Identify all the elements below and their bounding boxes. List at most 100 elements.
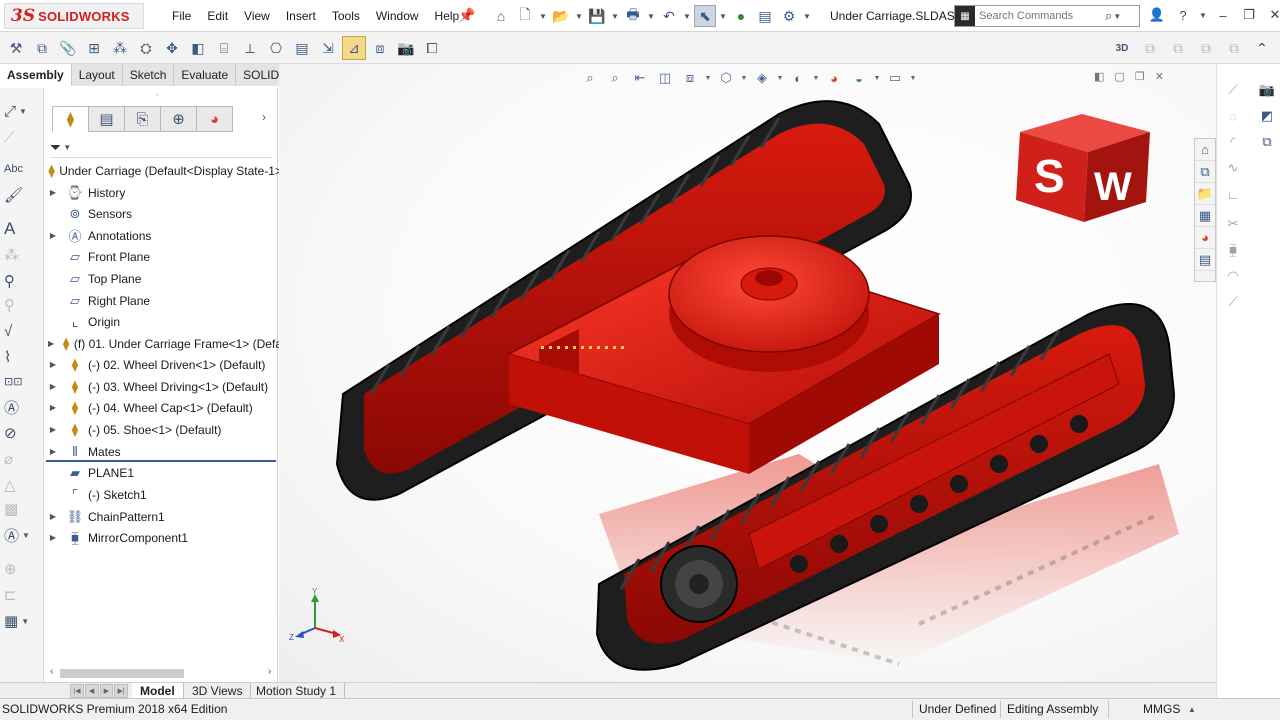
render-settings-icon[interactable]: ⧉ xyxy=(1257,132,1277,152)
restore-viewport-icon[interactable]: ❐ xyxy=(1135,70,1145,83)
move-component-icon[interactable]: ✥ xyxy=(160,36,184,60)
convert-tool-icon[interactable]: ⟋ xyxy=(1223,292,1243,312)
expand-arrow-icon[interactable]: ▶ xyxy=(48,512,58,521)
chevron-down-icon[interactable]: ▼ xyxy=(909,75,917,82)
print-icon[interactable]: 🖶 xyxy=(622,5,644,27)
scroll-right-icon[interactable]: › xyxy=(268,666,271,677)
hide-show-items-icon[interactable]: ◐ xyxy=(787,68,809,88)
trim-tool-icon[interactable]: ✂ xyxy=(1223,214,1243,234)
expand-viewport-icon[interactable]: ▢ xyxy=(1114,70,1124,83)
exploded-view-icon[interactable]: ⇲ xyxy=(316,36,340,60)
file-explorer-icon[interactable]: 📁 xyxy=(1195,183,1215,205)
tab-assembly[interactable]: Assembly xyxy=(0,64,72,86)
expand-arrow-icon[interactable]: ▶ xyxy=(48,425,58,434)
expand-arrow-icon[interactable]: ▶ xyxy=(48,403,58,412)
instant3d-icon[interactable]: ⊿ xyxy=(342,36,366,60)
rebuild-icon[interactable]: ● xyxy=(730,5,752,27)
tab-model[interactable]: Model xyxy=(132,683,184,699)
open-folder-icon[interactable]: 📂 xyxy=(550,5,572,27)
close-viewport-icon[interactable]: ✕ xyxy=(1155,70,1164,83)
undo-icon[interactable]: ↶ xyxy=(658,5,680,27)
tree-item-chain-pattern1[interactable]: ▶ ⛓ ChainPattern1 xyxy=(48,506,282,527)
tree-item-shoe[interactable]: ▶ ⧫ (-) 05. Shoe<1> (Default) xyxy=(48,419,282,440)
appearances-icon[interactable]: ◕ xyxy=(1195,227,1215,249)
section-view-icon[interactable]: ◫ xyxy=(654,68,676,88)
chevron-down-icon[interactable]: ▼ xyxy=(22,531,30,540)
tree-item-history[interactable]: ▶ ⌚ History xyxy=(48,182,282,203)
save-icon[interactable]: 💾 xyxy=(586,5,608,27)
display-style-icon[interactable]: ◈ xyxy=(751,68,773,88)
tree-item-under-carriage-frame[interactable]: ▶ ⧫ (f) 01. Under Carriage Frame<1> (Def… xyxy=(48,333,282,354)
view-palette-icon[interactable]: ▦ xyxy=(1195,205,1215,227)
tab-sketch[interactable]: Sketch xyxy=(122,64,175,86)
show-hidden-icon[interactable]: ◧ xyxy=(186,36,210,60)
centerline-icon[interactable]: ⊏ xyxy=(4,584,40,606)
datum-feature-icon[interactable]: Ⓐ xyxy=(4,396,40,418)
chevron-down-icon[interactable]: ▼ xyxy=(873,75,881,82)
magnetic-line-icon[interactable]: ⚲ xyxy=(4,294,40,316)
search-commands-box[interactable]: ▦ ⌕ ▼ xyxy=(954,5,1140,27)
menu-view[interactable]: View xyxy=(236,9,278,23)
tab-motion-study-1[interactable]: Motion Study 1 xyxy=(248,683,346,699)
home-icon[interactable]: ⌂ xyxy=(490,5,512,27)
tree-item-wheel-driven[interactable]: ▶ ⧫ (-) 02. Wheel Driven<1> (Default) xyxy=(48,354,282,375)
camera-icon[interactable]: 📷 xyxy=(1257,80,1277,100)
offset-tool-icon[interactable]: ◠ xyxy=(1223,266,1243,286)
balloon-icon[interactable]: ⁂ xyxy=(4,244,40,266)
reference-geometry-icon[interactable]: ⟂ xyxy=(238,36,262,60)
edit-appearance-icon[interactable]: ◕ xyxy=(823,68,845,88)
circle-tool-icon[interactable]: ◌ xyxy=(1223,106,1243,126)
first-tab-icon[interactable]: |◀ xyxy=(70,684,84,698)
markup-icon[interactable]: ⧉ xyxy=(1222,36,1246,60)
tree-filter[interactable]: ⏷ ▼ xyxy=(50,138,272,158)
chevron-down-icon[interactable]: ▼ xyxy=(610,5,620,27)
menu-window[interactable]: Window xyxy=(368,9,427,23)
select-pointer-icon[interactable]: ⬉ xyxy=(694,5,716,27)
restore-icon[interactable]: ❐ xyxy=(1238,4,1260,26)
file-properties-icon[interactable]: ▤ xyxy=(754,5,776,27)
rollback-bar[interactable] xyxy=(46,460,276,462)
collapse-viewport-icon[interactable]: ◧ xyxy=(1094,70,1104,83)
block-icon[interactable]: Ⓐ ▼ xyxy=(4,524,40,546)
tree-root[interactable]: ⧫ Under Carriage (Default<Display State-… xyxy=(48,160,282,181)
expand-arrow-icon[interactable]: ▶ xyxy=(48,533,58,542)
arc-tool-icon[interactable]: ◜ xyxy=(1223,132,1243,152)
chevron-down-icon[interactable]: ▼ xyxy=(21,617,29,626)
menu-edit[interactable]: Edit xyxy=(199,9,236,23)
zoom-to-fit-icon[interactable]: ⌕ xyxy=(579,68,601,88)
tree-item-mates[interactable]: ▶ ⫴ Mates xyxy=(48,441,282,462)
tree-item-annotations[interactable]: ▶ Ⓐ Annotations xyxy=(48,225,282,246)
update-speedpak-icon[interactable]: ⧈ xyxy=(368,36,392,60)
scroll-left-icon[interactable]: ‹ xyxy=(50,666,53,677)
chevron-down-icon[interactable]: ▼ xyxy=(63,143,71,152)
scrollbar-thumb[interactable] xyxy=(60,669,184,678)
3d-view-icon[interactable]: 3D xyxy=(1110,36,1134,60)
expand-arrow-icon[interactable]: ▶ xyxy=(48,188,58,197)
search-scope-icon[interactable]: ▦ xyxy=(955,6,975,26)
prev-tab-icon[interactable]: ◀ xyxy=(84,684,99,698)
new-motion-study-icon[interactable]: ⎔ xyxy=(264,36,288,60)
hole-callout-icon[interactable]: ⌀ xyxy=(4,448,40,470)
sketch-tool-icon[interactable]: ⟋ xyxy=(4,126,40,148)
edit-component-icon[interactable]: ⚒ xyxy=(4,36,28,60)
table-icon[interactable]: ▦ ▼ xyxy=(4,610,40,632)
area-hatch-icon[interactable]: ▩ xyxy=(4,498,40,520)
tree-item-mirror-component1[interactable]: ▶ ⧯ MirrorComponent1 xyxy=(48,527,282,548)
geometric-tolerance-icon[interactable]: ⊡⊡ xyxy=(4,370,40,392)
view-orientation-icon[interactable]: ⬡ xyxy=(715,68,737,88)
render-icon[interactable]: ⧉ xyxy=(1138,36,1162,60)
format-painter-icon[interactable]: 🖌 xyxy=(4,184,40,206)
chevron-down-icon[interactable]: ▼ xyxy=(19,107,27,116)
dynamic-annotation-icon[interactable]: ⧈ xyxy=(679,68,701,88)
chevron-down-icon[interactable]: ▼ xyxy=(812,75,820,82)
help-icon[interactable]: ? xyxy=(1172,4,1194,26)
bill-of-materials-icon[interactable]: ▤ xyxy=(290,36,314,60)
chevron-down-icon[interactable]: ▼ xyxy=(646,5,656,27)
search-icon[interactable]: ⌕ xyxy=(1105,8,1112,24)
center-mark-icon[interactable]: ⊕ xyxy=(4,558,40,580)
dimension-tool-icon[interactable]: ∟ xyxy=(1223,184,1243,204)
tree-item-sketch1[interactable]: ⌜ (-) Sketch1 xyxy=(48,484,282,505)
expand-arrow-icon[interactable]: ▶ xyxy=(48,231,58,240)
menu-insert[interactable]: Insert xyxy=(278,9,324,23)
photoview-icon[interactable]: ◩ xyxy=(1257,106,1277,126)
